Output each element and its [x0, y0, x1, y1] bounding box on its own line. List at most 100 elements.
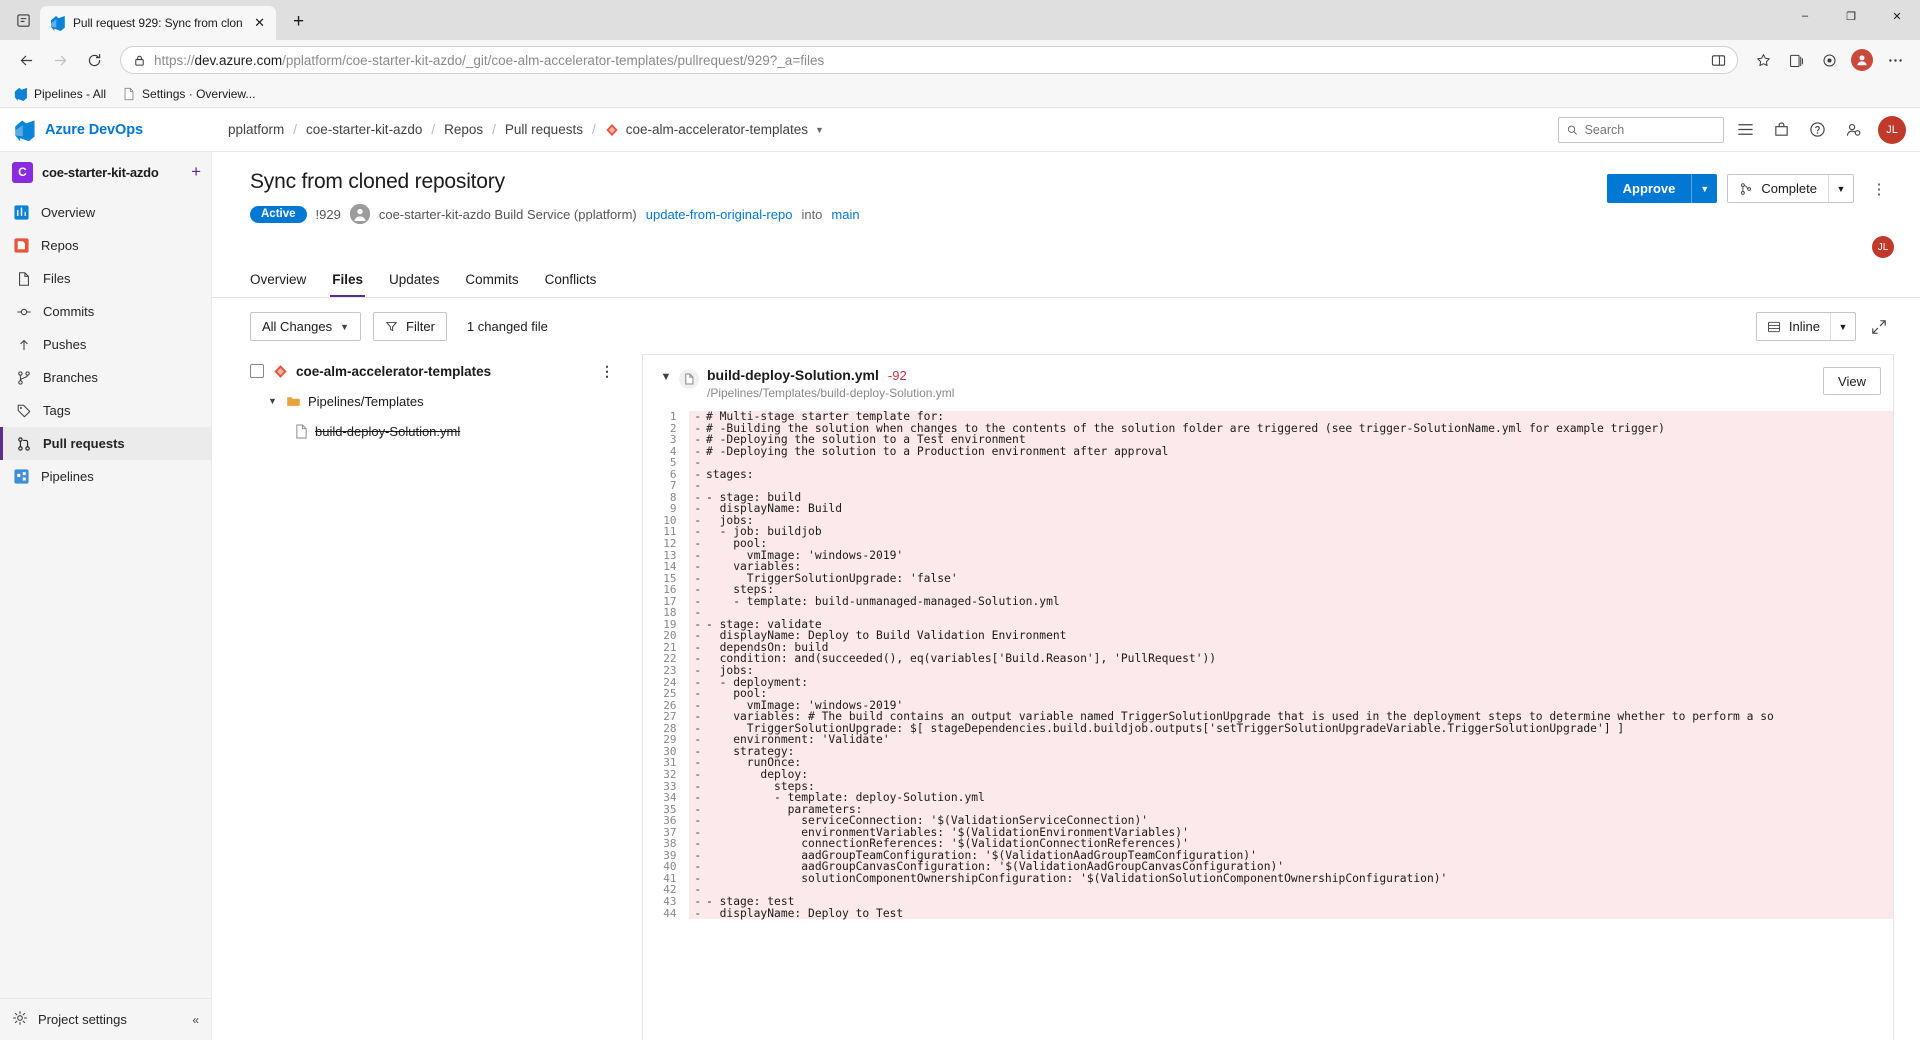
collections-icon[interactable] [1781, 45, 1811, 75]
close-tab-icon[interactable]: ✕ [250, 13, 270, 33]
breadcrumb-repos[interactable]: Repos [444, 122, 483, 137]
browser-tab[interactable]: Pull request 929: Sync from clon ✕ [40, 6, 276, 40]
diff-line-number: 8 [643, 492, 689, 504]
marketplace-icon[interactable] [1766, 115, 1796, 145]
diff-line-number: 4 [643, 446, 689, 458]
maximize-window-button[interactable]: ❐ [1828, 0, 1874, 32]
sidebar-item-tags[interactable]: Tags [0, 394, 211, 427]
tab-updates[interactable]: Updates [389, 272, 439, 297]
diff-line-content: condition: and(succeeded(), eq(variables… [706, 653, 1893, 665]
bookmark-pipelines[interactable]: Pipelines - All [14, 87, 106, 101]
file-tree-root[interactable]: coe-alm-accelerator-templates ⋮ [238, 356, 628, 386]
filter-button[interactable]: Filter [373, 312, 447, 341]
address-bar-url: https://dev.azure.com/pplatform/coe-star… [154, 53, 1699, 68]
back-button[interactable] [10, 44, 42, 76]
sidebar-item-files[interactable]: Files [0, 262, 211, 295]
project-settings[interactable]: Project settings « [0, 998, 211, 1040]
minimize-window-button[interactable]: – [1782, 0, 1828, 32]
forward-button[interactable] [44, 44, 76, 76]
file-tree-file[interactable]: build-deploy-Solution.yml [238, 416, 628, 446]
diff-line-number: 23 [643, 665, 689, 677]
sidebar-item-branches[interactable]: Branches [0, 361, 211, 394]
bookmark-settings[interactable]: Settings · Overview... [122, 87, 255, 101]
sidebar-item-label: Files [43, 271, 70, 286]
split-screen-icon[interactable] [1707, 49, 1729, 71]
sidebar-item-overview[interactable]: Overview [0, 196, 211, 229]
bookmark-label: Pipelines - All [34, 87, 106, 101]
approve-button[interactable]: Approve ▼ [1607, 174, 1718, 203]
diff-line-content: environment: 'Validate' [706, 734, 1893, 746]
project-settings-label: Project settings [38, 1012, 127, 1027]
all-changes-filter-button[interactable]: All Changes ▼ [250, 312, 361, 341]
browser-window: Pull request 929: Sync from clon ✕ + – ❐… [0, 0, 1920, 1040]
expand-icon[interactable] [1864, 312, 1894, 341]
sidebar-item-pipelines[interactable]: Pipelines [0, 460, 211, 493]
browser-essentials-icon[interactable] [1814, 45, 1844, 75]
tab-files[interactable]: Files [332, 272, 363, 297]
pull-request-actions: Approve ▼ Complete ▼ ⋮ [1607, 170, 1894, 203]
sidebar-item-repos[interactable]: Repos [0, 229, 211, 262]
address-bar[interactable]: https://dev.azure.com/pplatform/coe-star… [120, 46, 1738, 74]
pull-request-author: coe-starter-kit-azdo Build Service (ppla… [379, 207, 637, 222]
search-box[interactable] [1558, 117, 1724, 143]
chevron-down-icon[interactable]: ▼ [268, 396, 279, 406]
breadcrumb-organization[interactable]: pplatform [228, 122, 284, 137]
breadcrumb-project[interactable]: coe-starter-kit-azdo [306, 122, 422, 137]
diff-line-marker: - [689, 561, 706, 573]
view-mode-button[interactable]: Inline ▼ [1756, 312, 1856, 341]
file-tree-more-options-icon[interactable]: ⋮ [600, 363, 614, 380]
source-branch-link[interactable]: update-from-original-repo [646, 207, 793, 222]
add-new-button[interactable]: + [191, 162, 201, 182]
approve-dropdown-chevron-down-icon[interactable]: ▼ [1691, 174, 1717, 203]
diff-line-marker: - [689, 896, 706, 908]
close-window-button[interactable]: ✕ [1874, 0, 1920, 32]
diff-line-content [706, 884, 1893, 896]
user-avatar[interactable]: JL [1878, 116, 1906, 144]
page-title: Sync from cloned repository [250, 170, 1607, 194]
view-file-button[interactable]: View [1823, 367, 1881, 395]
inline-view-icon [1767, 320, 1781, 334]
reviewer-avatar[interactable]: JL [1872, 236, 1894, 258]
reload-button[interactable] [78, 44, 110, 76]
tab-conflicts[interactable]: Conflicts [545, 272, 597, 297]
boards-icon[interactable] [1730, 115, 1760, 145]
tab-search-icon[interactable] [6, 3, 40, 37]
tab-overview[interactable]: Overview [250, 272, 306, 297]
tab-commits[interactable]: Commits [465, 272, 518, 297]
window-controls: – ❐ ✕ [1782, 0, 1920, 40]
page-icon [122, 87, 136, 101]
new-tab-button[interactable]: + [284, 7, 314, 37]
select-all-checkbox[interactable] [250, 364, 264, 378]
user-settings-icon[interactable] [1838, 115, 1868, 145]
complete-button[interactable]: Complete ▼ [1727, 174, 1854, 203]
search-input[interactable] [1585, 123, 1715, 137]
breadcrumb-pull-requests[interactable]: Pull requests [505, 122, 583, 137]
favorites-icon[interactable] [1748, 45, 1778, 75]
browser-menu-icon[interactable] [1880, 45, 1910, 75]
complete-dropdown-chevron-down-icon[interactable]: ▼ [1828, 175, 1853, 202]
browser-actions [1748, 45, 1910, 75]
sidebar-item-pushes[interactable]: Pushes [0, 328, 211, 361]
project-header[interactable]: C coe-starter-kit-azdo + [0, 152, 211, 192]
view-mode-label: Inline [1757, 319, 1830, 334]
sidebar-item-label: Overview [41, 205, 95, 220]
file-tree-folder[interactable]: ▼ Pipelines/Templates [238, 386, 628, 416]
diff-line-content: deploy: [706, 769, 1893, 781]
sidebar-item-commits[interactable]: Commits [0, 295, 211, 328]
help-icon[interactable] [1802, 115, 1832, 145]
azure-devops-logo[interactable]: Azure DevOps [8, 119, 208, 141]
diff-line: 5- [643, 457, 1893, 469]
app-body: C coe-starter-kit-azdo + Overview [0, 152, 1920, 1040]
view-mode-chevron-down-icon[interactable]: ▼ [1830, 313, 1855, 340]
sidebar-item-pull-requests[interactable]: Pull requests [0, 427, 211, 460]
collapse-diff-chevron-down-icon[interactable]: ▼ [655, 367, 677, 383]
diff-body[interactable]: 1-# Multi-stage starter template for:2-#… [643, 411, 1893, 1040]
diff-line: 6-stages: [643, 469, 1893, 481]
more-options-icon[interactable]: ⋮ [1864, 174, 1894, 203]
project-avatar: C [12, 162, 33, 183]
breadcrumb-repository-selector[interactable]: coe-alm-accelerator-templates ▼ [605, 122, 824, 137]
collapse-sidebar-icon[interactable]: « [192, 1013, 199, 1027]
target-branch-link[interactable]: main [831, 207, 859, 222]
sidebar-item-label: Commits [43, 304, 94, 319]
profile-avatar[interactable] [1847, 45, 1877, 75]
